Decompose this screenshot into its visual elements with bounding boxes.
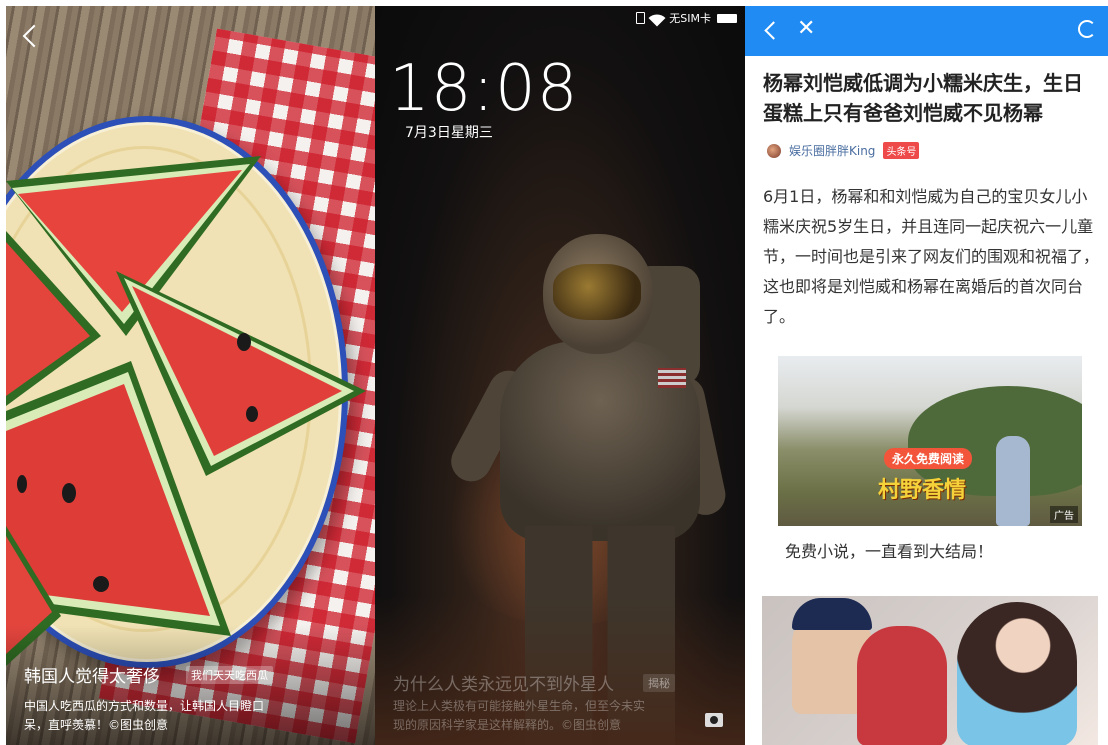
author-tag-badge: 头条号 (883, 142, 920, 159)
lockscreen-watermelon: 韩国人觉得太奢侈 我们天天吃西瓜 中国人吃西瓜的方式和数量，让韩国人目瞪口 呆，… (6, 6, 375, 745)
top-nav-bar: ✕ (745, 6, 1108, 56)
lock-clock: 18:08 (389, 52, 579, 126)
close-icon[interactable]: ✕ (797, 18, 815, 40)
caption-desc-line1: 中国人吃西瓜的方式和数量，让韩国人目瞪口 (24, 699, 265, 713)
avatar[interactable] (767, 143, 781, 158)
article-headline: 杨幂刘恺威低调为小糯米庆生，生日蛋糕上只有爸爸刘恺威不见杨幂 (763, 71, 1083, 125)
ad-banner[interactable]: 永久免费阅读 村野香情 广告 (778, 356, 1082, 526)
caption-title[interactable]: 为什么人类永远见不到外星人 (393, 670, 614, 695)
photo-cap (792, 598, 872, 630)
caption-title[interactable]: 韩国人觉得太奢侈 (24, 662, 160, 687)
ad-pill: 永久免费阅读 (884, 448, 973, 469)
lockscreen-astronaut: 无SIM卡 18:08 7月3日星期三 为什么人类永远见不到外星人 揭秘 理论上… (375, 6, 745, 745)
refresh-icon[interactable] (1078, 20, 1096, 38)
caption-desc-line2: 现的原因科学家是这样解释的。©图虫创意 (393, 718, 622, 732)
battery-icon (717, 13, 737, 23)
ad-label: 广告 (1050, 506, 1078, 523)
astronaut-visor (553, 264, 641, 320)
caption-desc-line1: 理论上人类极有可能接触外星生命，但至今未实 (393, 699, 646, 713)
article-photo[interactable] (762, 596, 1098, 745)
camera-icon[interactable] (705, 713, 723, 727)
flag-patch (658, 368, 686, 388)
ad-figure (996, 436, 1030, 526)
caption-desc-line2: 呆，直呼羡慕！©图虫创意 (24, 718, 169, 732)
caption-tag[interactable]: 我们天天吃西瓜 (186, 666, 273, 684)
article-view: ✕ 杨幂刘恺威低调为小糯米庆生，生日蛋糕上只有爸爸刘恺威不见杨幂 娱乐圈胖胖Ki… (745, 6, 1108, 745)
photo-child (857, 626, 947, 745)
author-name[interactable]: 娱乐圈胖胖King (789, 142, 875, 159)
vibrate-icon (636, 12, 646, 24)
ad-caption[interactable]: 免费小说，一直看到大结局！ (785, 538, 993, 562)
lock-date: 7月3日星期三 (405, 125, 493, 141)
photo-woman (957, 602, 1077, 745)
status-bar: 无SIM卡 (636, 9, 737, 27)
caption-tag[interactable]: 揭秘 (643, 674, 675, 692)
ad-title: 村野香情 (878, 478, 967, 503)
sim-status: 无SIM卡 (669, 12, 711, 25)
wifi-icon (648, 9, 666, 27)
back-icon[interactable] (764, 21, 783, 40)
author-row[interactable]: 娱乐圈胖胖King 头条号 (767, 142, 920, 159)
article-body: 6月1日，杨幂和和刘恺威为自己的宝贝女儿小糯米庆祝5岁生日，并且连同一起庆祝六一… (763, 187, 1100, 326)
